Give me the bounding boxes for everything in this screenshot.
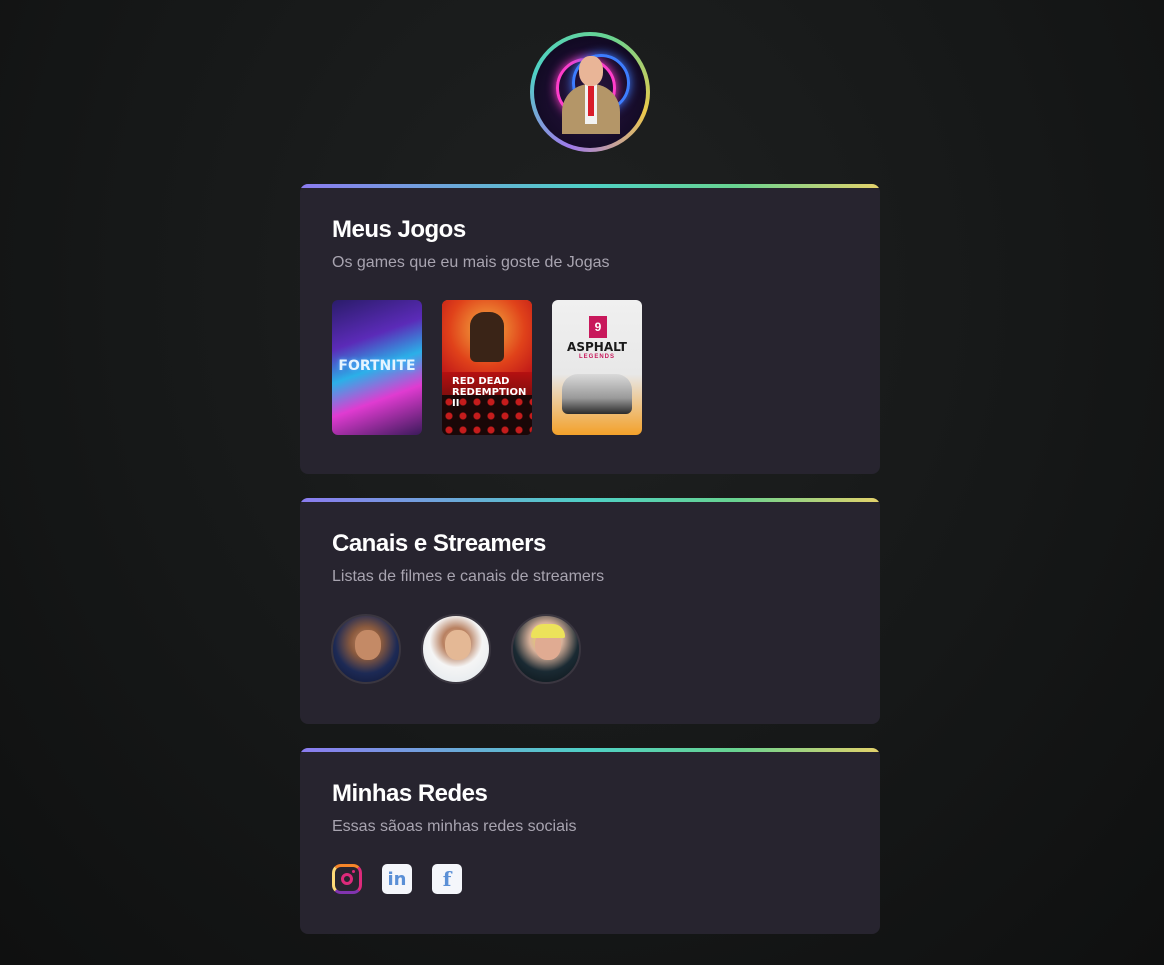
streamer-cap	[531, 624, 565, 638]
facebook-glyph: f	[442, 867, 452, 891]
social-card: Minhas Redes Essas sãoas minhas redes so…	[300, 748, 880, 934]
cowboy-figure	[470, 312, 504, 362]
game-fortnite[interactable]: FORTNITE	[332, 300, 422, 435]
social-title: Minhas Redes	[332, 780, 488, 807]
gradient-bar	[300, 184, 880, 188]
facebook-icon[interactable]: f	[432, 864, 462, 894]
streamers-subtitle: Listas de filmes e canais de streamers	[332, 568, 605, 585]
person-tie	[588, 86, 594, 116]
gradient-bar	[300, 498, 880, 502]
streamer-face	[445, 630, 471, 660]
streamers-card: Canais e Streamers Listas de filmes e ca…	[300, 498, 880, 724]
streamer-avatar-2[interactable]	[421, 614, 491, 684]
game-red-dead-redemption[interactable]: RED DEAD REDEMPTION II	[442, 300, 532, 435]
social-subtitle: Essas sãoas minhas redes sociais	[332, 818, 577, 835]
gradient-bar	[300, 748, 880, 752]
game-title: RED DEAD REDEMPTION II	[452, 376, 527, 409]
instagram-lens	[341, 873, 353, 885]
game-title: ASPHALT	[567, 340, 627, 354]
person-head	[579, 56, 603, 86]
game-asphalt[interactable]: 9 ASPHALT LEGENDS	[552, 300, 642, 435]
games-card: Meus Jogos Os games que eu mais goste de…	[300, 184, 880, 474]
game-tagline: LEGENDS	[578, 354, 615, 360]
games-subtitle: Os games que eu mais goste de Jogas	[332, 254, 610, 271]
streamer-avatar-1[interactable]	[331, 614, 401, 684]
profile-avatar	[530, 32, 650, 152]
streamer-avatar-3[interactable]	[511, 614, 581, 684]
race-car	[562, 374, 632, 414]
avatar-photo	[534, 36, 646, 148]
streamer-face	[355, 630, 381, 660]
instagram-icon[interactable]	[332, 864, 362, 894]
game-badge: 9	[589, 316, 607, 338]
linkedin-icon[interactable]: in	[382, 864, 412, 894]
game-title: FORTNITE	[338, 358, 416, 374]
linkedin-glyph: in	[387, 868, 407, 890]
streamers-title: Canais e Streamers	[332, 530, 546, 557]
games-title: Meus Jogos	[332, 216, 466, 243]
instagram-dot	[352, 870, 355, 873]
